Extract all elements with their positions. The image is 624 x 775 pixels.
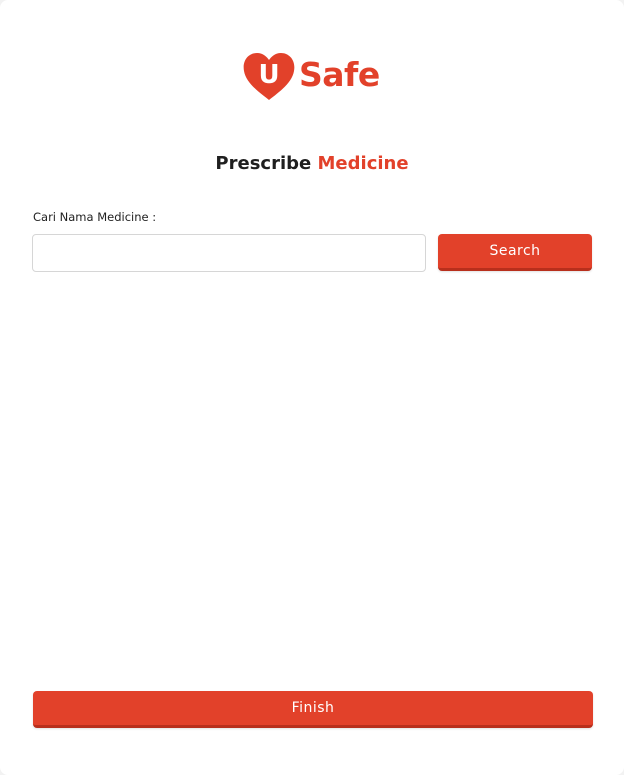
- page-title: Prescribe Medicine: [0, 152, 624, 176]
- logo-letter: U: [258, 60, 279, 90]
- prescribe-medicine-card: U Safe Prescribe Medicine Cari Nama Medi…: [0, 0, 624, 775]
- usafe-logo: U Safe: [242, 50, 380, 102]
- page-title-accent: Medicine: [317, 153, 409, 174]
- medicine-search-input[interactable]: [32, 234, 426, 272]
- search-button[interactable]: Search: [438, 234, 592, 271]
- heart-logo-icon: U: [243, 53, 295, 100]
- medicine-search-label: Cari Nama Medicine :: [33, 210, 157, 224]
- page-title-prefix: Prescribe: [215, 153, 312, 174]
- logo-wordmark: Safe: [299, 54, 380, 94]
- finish-button[interactable]: Finish: [33, 691, 593, 728]
